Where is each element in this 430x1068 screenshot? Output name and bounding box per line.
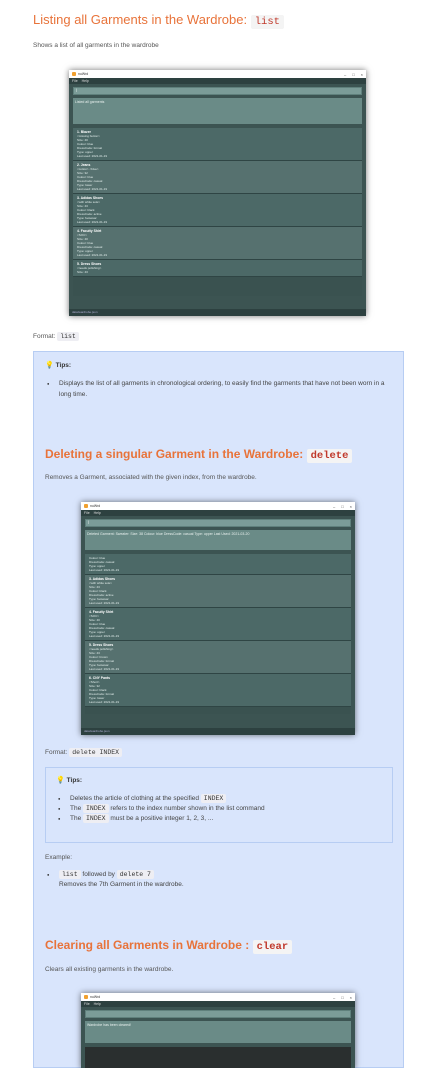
minimize-icon: – (344, 71, 347, 77)
close-icon: × (349, 994, 352, 1000)
garment-card: 3. Adidas Shoes <with white sole> Size: 43… (85, 575, 351, 608)
maximize-icon: □ (341, 503, 344, 509)
menu-file: File (84, 1002, 90, 1006)
garment-card: 1. Blazer <missing button> Size: 40 Colour:… (73, 128, 362, 161)
garment-card: 2. Jeans <cotton> <blue> Size: 32 Colour: b… (73, 161, 362, 194)
app-menubar: File Help (81, 1001, 355, 1007)
command-box (85, 1010, 351, 1018)
list-tip-item: Displays the list of all garments in chr… (45, 378, 385, 400)
delete-title-command: delete (306, 449, 353, 463)
delete-title-text: Deleting a singular Garment in the Wardr… (45, 447, 307, 461)
delete-tip-item: Deletes the article of clothing at the s… (56, 794, 386, 804)
garment-attribute: Last used: 2021-01-19 (89, 601, 120, 605)
delete-format-command: delete INDEX (69, 748, 123, 757)
command-box: | (73, 87, 362, 95)
garment-attribute: Size: 43 (77, 270, 88, 274)
delete-tip-item: The INDEX must be a positive integer 1, … (56, 814, 386, 824)
garment-attribute: Last used: 2021-01-19 (89, 634, 120, 638)
app-logo-icon (84, 995, 88, 999)
garment-attribute: Last used: 2021-01-19 (89, 568, 120, 572)
app-titlebar: nuWrd – □ × (69, 70, 366, 78)
app-title: nuWrd (78, 72, 89, 76)
app-menubar: File Help (81, 510, 355, 516)
app-menubar: File Help (69, 78, 366, 84)
garment-attribute: Last used: 2021-01-19 (89, 667, 120, 671)
lightbulb-icon: 💡 (45, 362, 54, 369)
lightbulb-icon: 💡 (56, 777, 65, 784)
list-title-command: list (250, 15, 284, 29)
clear-section-title: Clearing all Garments in Wardrobe : clea… (45, 938, 293, 954)
menu-help: Help (93, 1002, 101, 1006)
list-title-text: Listing all Garments in the Wardrobe: (33, 12, 251, 27)
empty-garment-list (85, 1047, 351, 1068)
delete-example-label: Example: (45, 854, 73, 861)
garment-card: 4. Faculty Shirt <SOC> Size: 40 Colour: blu… (85, 608, 351, 641)
result-display: Deleted Garment: Sweater: Size: 38 Colou… (85, 530, 351, 550)
maximize-icon: □ (341, 994, 344, 1000)
close-icon: × (360, 71, 363, 77)
menu-help: Help (81, 79, 89, 83)
minimize-icon: – (333, 503, 336, 509)
list-format-label: Format: (33, 333, 56, 340)
command-box: | (85, 519, 351, 527)
clear-title-text: Clearing all Garments in Wardrobe : (45, 938, 253, 952)
app-titlebar: nuWrd – □ × (81, 502, 355, 510)
app-title: nuWrd (90, 995, 101, 999)
delete-tips-label: Tips: (66, 777, 83, 784)
app-title: nuWrd (90, 504, 101, 508)
garment-attribute: Last used: 2021-01-19 (77, 253, 108, 257)
garment-attribute: Last used: 2021-01-19 (77, 154, 108, 158)
garment-card: 4. Faculty Shirt <SOC> Size: 40 Colour: blu… (73, 227, 362, 260)
delete-tips-box: 💡 Tips: Deletes the article of clothing … (45, 767, 393, 843)
result-display: Listed all garments (73, 98, 362, 124)
status-bar: data\wardrobe.json (81, 728, 355, 735)
clear-description: Clears all existing garments in the ward… (45, 966, 174, 973)
list-tips-heading: 💡 Tips: (45, 361, 71, 369)
garment-card: 3. Adidas Shoes <with white sole> Size: 43… (73, 194, 362, 227)
delete-description: Removes a Garment, associated with the g… (45, 474, 257, 481)
status-bar: data\wardrobe.json (69, 309, 366, 316)
list-description: Shows a list of all garments in the ward… (33, 42, 159, 49)
delete-example-desc: Removes the 7th Garment in the wardrobe. (59, 881, 184, 888)
garment-card: 5. Dress Shoes <needs polishing> Size: 43 C… (85, 641, 351, 674)
delete-tips: Deletes the article of clothing at the s… (56, 794, 386, 824)
list-tips: Displays the list of all garments in chr… (45, 378, 385, 400)
delete-app-screenshot: nuWrd – □ × File Help | Deleted Garment:… (81, 502, 355, 735)
menu-file: File (72, 79, 78, 83)
content-box: 💡 Tips: Displays the list of all garment… (33, 351, 404, 1068)
minimize-icon: – (333, 994, 336, 1000)
list-section-title: Listing all Garments in the Wardrobe: li… (33, 12, 284, 29)
app-logo-icon (72, 72, 76, 76)
list-app-screenshot: nuWrd – □ × File Help | Listed all garme… (69, 70, 366, 316)
menu-file: File (84, 511, 90, 515)
garment-card: 6. CNY Pants <Short> Size: 32 Colour: black… (85, 674, 351, 707)
clear-title-command: clear (252, 940, 293, 954)
garment-attribute: Last used: 2021-01-19 (89, 700, 120, 704)
example-cmd-delete: delete 7 (116, 870, 154, 879)
list-format: Format: list (33, 332, 79, 341)
app-titlebar: nuWrd – □ × (81, 993, 355, 1001)
garment-attribute: Last used: 2021-01-19 (77, 220, 108, 224)
garment-card: Colour: blue DressCode: casual Type: upper… (85, 554, 351, 575)
delete-example-item: list followed by delete 7 Removes the 7t… (45, 870, 385, 890)
delete-section-title: Deleting a singular Garment in the Wardr… (45, 447, 353, 463)
menu-help: Help (93, 511, 101, 515)
example-cmd-list: list (59, 870, 81, 879)
app-logo-icon (84, 504, 88, 508)
delete-format: Format: delete INDEX (45, 748, 123, 757)
garment-attribute: Last used: 2021-01-19 (77, 187, 108, 191)
garment-list: 1. Blazer <missing button> Size: 40 Colour:… (73, 128, 362, 296)
clear-app-screenshot: nuWrd – □ × File Help Wardrobe has been … (81, 993, 355, 1068)
list-tips-label: Tips: (55, 362, 72, 369)
result-display: Wardrobe has been cleared! (85, 1021, 351, 1043)
delete-tips-heading: 💡 Tips: (56, 776, 82, 784)
list-format-command: list (57, 332, 79, 341)
delete-example: list followed by delete 7 Removes the 7t… (45, 870, 385, 890)
garment-list: Colour: blue DressCode: casual Type: upper… (85, 554, 351, 714)
maximize-icon: □ (352, 71, 355, 77)
delete-tip-item: The INDEX refers to the index number sho… (56, 804, 386, 814)
close-icon: × (349, 503, 352, 509)
garment-card: 5. Dress Shoes <needs polishing> Size: 43 (73, 260, 362, 277)
delete-format-label: Format: (45, 749, 68, 756)
